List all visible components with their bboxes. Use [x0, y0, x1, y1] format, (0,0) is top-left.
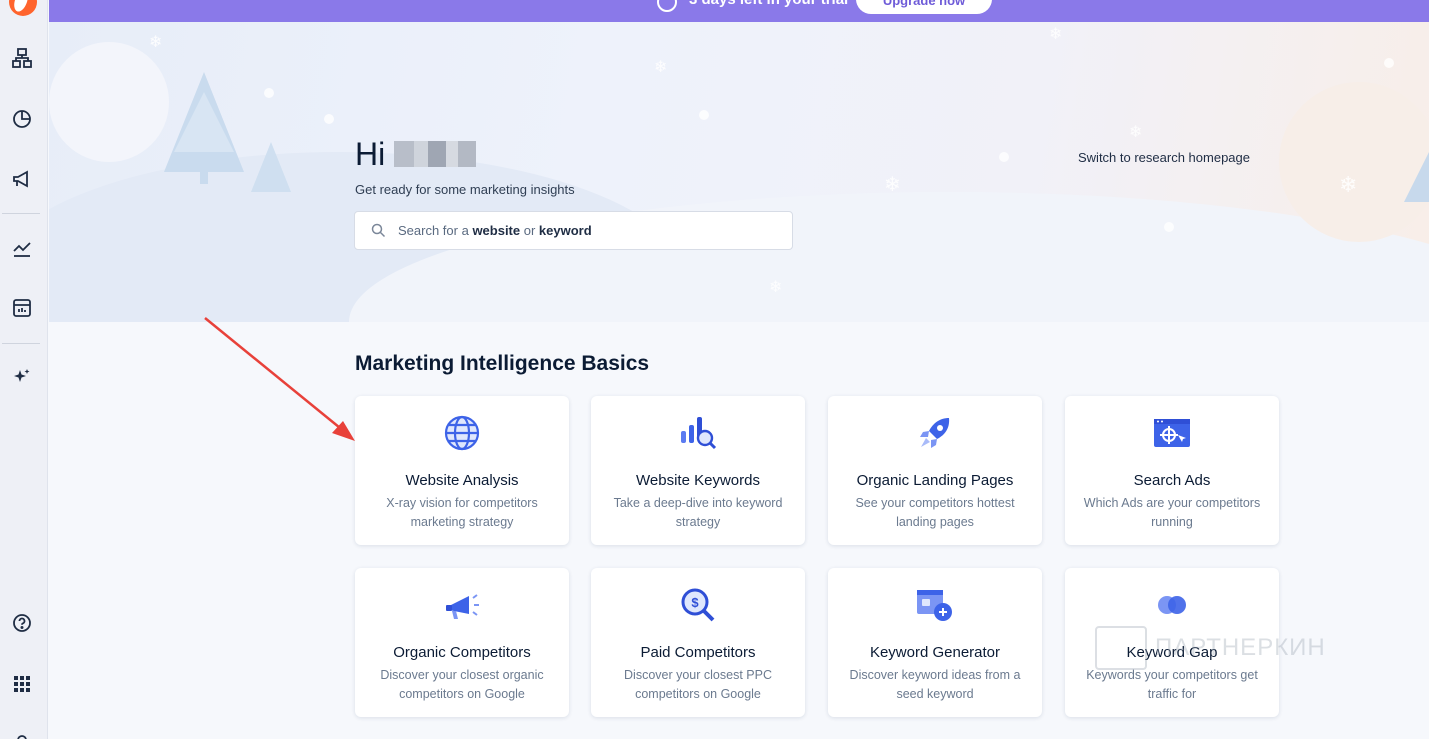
app-logo[interactable] — [9, 0, 37, 16]
watermark-logo — [1095, 626, 1147, 670]
card-desc: Take a deep-dive into keyword strategy — [613, 496, 783, 529]
card-desc: See your competitors hottest landing pag… — [855, 496, 1015, 529]
card-title: Search Ads — [1133, 472, 1211, 489]
keyword-gen-icon — [915, 585, 955, 625]
card-title: Website Keywords — [636, 472, 760, 489]
snow-dot — [324, 114, 334, 124]
snowflake-icon: ❄ — [149, 34, 163, 51]
help-icon[interactable] — [10, 611, 34, 635]
card-desc: Discover your closest organic competitor… — [380, 668, 544, 701]
snowflake-icon: ❄ — [884, 174, 901, 196]
report-icon[interactable] — [10, 296, 34, 320]
card-title: Organic Competitors — [393, 644, 531, 661]
card-title: Keyword Generator — [869, 644, 1001, 661]
watermark-text: ПАРТНЕРКИН — [1155, 634, 1326, 661]
card-website-analysis[interactable]: Website Analysis X-ray vision for compet… — [355, 396, 569, 545]
trend-icon[interactable] — [10, 236, 34, 260]
rocket-icon — [915, 413, 955, 453]
snowflake-icon: ❄ — [654, 59, 668, 76]
pine-tree-icon — [251, 142, 291, 192]
snow-dot — [699, 110, 709, 120]
dollar-search-icon: $ — [678, 585, 718, 625]
snowflake-icon: ❄ — [1339, 172, 1358, 197]
card-organic-landing-pages[interactable]: Organic Landing Pages See your competito… — [828, 396, 1042, 545]
search-input[interactable]: Search for a website or keyword — [354, 211, 793, 250]
search-icon — [371, 223, 386, 238]
card-desc: Discover keyword ideas from a seed keywo… — [849, 668, 1021, 701]
card-search-ads[interactable]: Search Ads Which Ads are your competitor… — [1065, 396, 1279, 545]
upgrade-label: Upgrade now — [882, 0, 966, 8]
sitemap-icon[interactable] — [10, 46, 34, 70]
snow-dot — [264, 88, 274, 98]
card-title: Paid Competitors — [640, 644, 756, 661]
pine-tree-icon — [1404, 152, 1429, 202]
sidebar-divider — [2, 213, 40, 214]
card-paid-competitors[interactable]: $ Paid Competitors Discover your closest… — [591, 568, 805, 717]
snow-dot — [1164, 222, 1174, 232]
card-organic-competitors[interactable]: Organic Competitors Discover your closes… — [355, 568, 569, 717]
card-desc: Keywords your competitors get traffic fo… — [1086, 668, 1258, 701]
snow-dot — [999, 152, 1009, 162]
overlap-circles-icon — [1152, 585, 1192, 625]
bars-search-icon — [678, 413, 718, 453]
target-ad-icon — [1152, 413, 1192, 453]
card-desc: X-ray vision for competitors marketing s… — [386, 496, 538, 529]
hero-subtitle: Get ready for some marketing insights — [355, 182, 575, 197]
card-title: Organic Landing Pages — [856, 472, 1014, 489]
snow-dot — [1384, 58, 1394, 68]
card-website-keywords[interactable]: Website Keywords Take a deep-dive into k… — [591, 396, 805, 545]
clock-icon — [657, 0, 677, 12]
card-desc: Discover your closest PPC competitors on… — [624, 668, 772, 701]
redacted-username — [394, 141, 476, 167]
card-title: Website Analysis — [405, 472, 519, 489]
settings-icon[interactable] — [10, 728, 34, 739]
megaphone-icon — [442, 585, 482, 625]
left-sidebar — [0, 0, 48, 739]
megaphone-icon[interactable] — [10, 167, 34, 191]
sparkle-icon[interactable] — [10, 365, 34, 389]
hero-banner: ❄ ❄ ❄ ❄ ❄ ❄ ❄ — [49, 22, 1429, 322]
watermark: ПАРТНЕРКИН — [1095, 626, 1380, 670]
upgrade-button[interactable]: Upgrade now — [856, 0, 992, 14]
greeting: Hi — [355, 136, 386, 172]
sidebar-divider — [2, 343, 40, 344]
svg-text:$: $ — [691, 595, 699, 610]
switch-homepage-link[interactable]: Switch to research homepage — [1078, 150, 1250, 165]
trial-banner: 3 days left in your trial Upgrade now — [49, 0, 1429, 22]
pie-chart-icon[interactable] — [10, 107, 34, 131]
snowflake-icon: ❄ — [1049, 26, 1063, 43]
pine-tree-icon — [164, 72, 244, 184]
search-placeholder: Search for a website or keyword — [398, 223, 592, 238]
card-desc: Which Ads are your competitors running — [1083, 496, 1261, 529]
snowflake-icon: ❄ — [1129, 124, 1143, 141]
trial-text: 3 days left in your trial — [689, 0, 848, 8]
globe-icon — [442, 413, 482, 453]
card-keyword-generator[interactable]: Keyword Generator Discover keyword ideas… — [828, 568, 1042, 717]
snowflake-icon: ❄ — [769, 279, 783, 296]
section-title: Marketing Intelligence Basics — [355, 352, 650, 375]
apps-grid-icon[interactable] — [10, 672, 34, 696]
